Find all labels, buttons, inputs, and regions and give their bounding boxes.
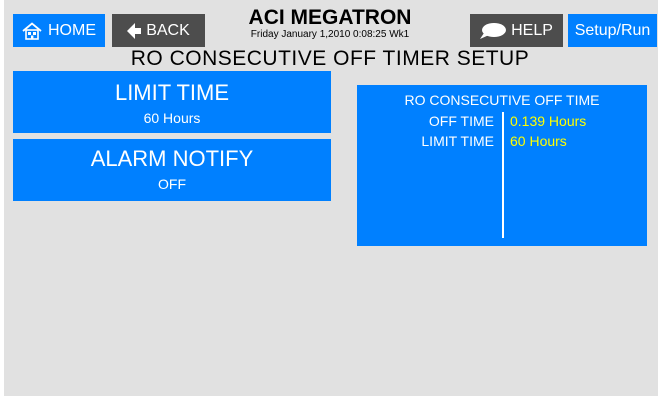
app-title: ACI MEGATRON	[248, 6, 412, 29]
limit-time-status-value: 60 Hours	[510, 133, 567, 149]
limit-time-label: LIMIT TIME	[114, 80, 230, 105]
limit-time-value: 60 Hours	[143, 110, 201, 126]
off-time-value: 0.139 Hours	[510, 113, 587, 129]
alarm-notify-label: ALARM NOTIFY	[90, 146, 254, 171]
setup-run-button[interactable]: Setup/Run	[568, 14, 657, 47]
home-label: HOME	[48, 21, 96, 39]
status-panel-heading: RO CONSECUTIVE OFF TIME	[404, 92, 600, 108]
off-time-label: OFF TIME	[428, 113, 494, 129]
help-label: HELP	[511, 21, 553, 39]
arrow-left-icon	[127, 22, 142, 39]
alarm-notify-button[interactable]: ALARM NOTIFY OFF	[13, 139, 331, 201]
home-icon	[22, 21, 42, 40]
speech-bubble-icon	[480, 22, 507, 40]
off-time-status-panel: RO CONSECUTIVE OFF TIME OFF TIME 0.139 H…	[357, 85, 647, 246]
limit-time-status-label: LIMIT TIME	[421, 133, 494, 149]
home-button[interactable]: HOME	[13, 14, 105, 47]
alarm-notify-value: OFF	[158, 176, 186, 192]
help-button[interactable]: HELP	[470, 14, 563, 47]
back-button[interactable]: BACK	[112, 14, 205, 47]
back-label: BACK	[146, 21, 190, 39]
date-time-display: Friday January 1,2010 0:08:25 Wk1	[250, 29, 410, 40]
status-divider	[502, 112, 504, 238]
limit-time-button[interactable]: LIMIT TIME 60 Hours	[13, 71, 331, 133]
setup-run-label: Setup/Run	[574, 21, 651, 39]
page-title: RO CONSECUTIVE OFF TIMER SETUP	[130, 47, 530, 70]
